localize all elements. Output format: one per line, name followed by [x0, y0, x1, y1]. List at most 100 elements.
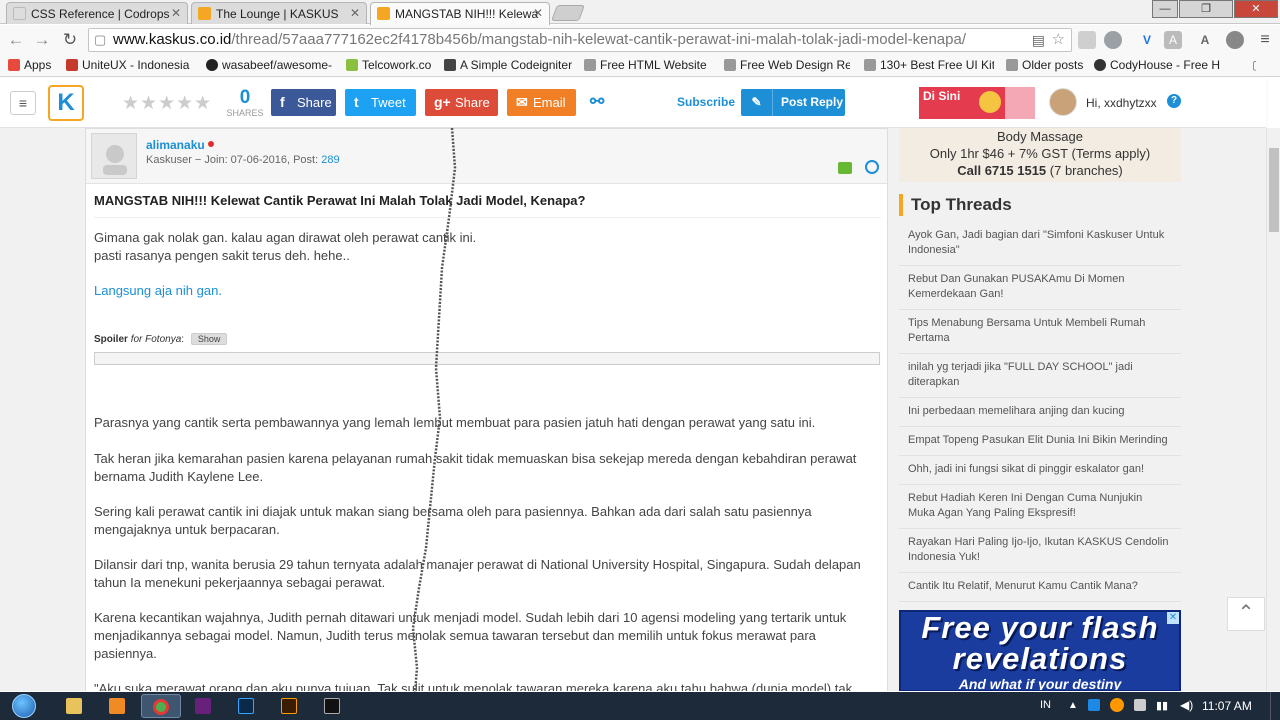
user-greeting[interactable]: Hi, xxdhytzxx [1086, 96, 1157, 110]
share-count: 0 SHARES [222, 88, 268, 119]
twitter-tweet-button[interactable]: t Tweet [345, 89, 416, 116]
header-ad-banner[interactable]: Di Sini [919, 87, 1035, 119]
close-tab-icon[interactable]: ✕ [533, 6, 543, 20]
top-thread-item[interactable]: inilah yg terjadi jika "FULL DAY SCHOOL"… [899, 357, 1181, 398]
bookmark-codeigniter[interactable]: A Simple Codeigniter [444, 58, 572, 72]
taskbar-illustrator[interactable] [270, 694, 310, 718]
new-tab-button[interactable] [551, 5, 585, 21]
minimize-button[interactable]: — [1152, 0, 1178, 18]
taskbar-clock[interactable]: 11:07 AM [1202, 699, 1252, 713]
browser-nav-bar: ← → ↻ ▢ www.kaskus.co.id/thread/57aaa777… [0, 25, 1280, 55]
adblock-icon[interactable]: A [1196, 31, 1214, 49]
page-scrollbar[interactable] [1266, 128, 1280, 691]
help-icon[interactable]: ? [1167, 94, 1181, 108]
flash-ad-banner[interactable]: ✕ Free your flash revelations And what i… [899, 610, 1181, 691]
restore-button[interactable]: ❐ [1179, 0, 1233, 18]
taskbar-cmd[interactable] [313, 694, 353, 718]
kaskus-logo[interactable]: K [48, 85, 84, 121]
taskbar-visual-studio[interactable] [184, 694, 224, 718]
bookmark-older-posts[interactable]: Older posts [1006, 58, 1086, 72]
offline-status-dot [208, 141, 214, 147]
taskbar-chrome[interactable] [141, 694, 181, 718]
extension-icon[interactable] [1104, 31, 1122, 49]
post-reply-button[interactable]: ✎ Post Reply [741, 89, 845, 116]
scrollbar-thumb[interactable] [1269, 148, 1279, 232]
ad-close-icon[interactable]: ✕ [1167, 612, 1179, 624]
bookmark-label: Apps [24, 58, 52, 72]
top-thread-item[interactable]: Cantik Itu Relatif, Menurut Kamu Cantik … [899, 576, 1181, 602]
network-icon[interactable]: ▮▮ [1156, 699, 1168, 712]
extension-icon[interactable] [1078, 31, 1096, 49]
spoiler-label: Spoiler [94, 334, 128, 345]
close-window-button[interactable]: ✕ [1234, 0, 1278, 18]
reload-icon[interactable]: ↻ [60, 30, 80, 50]
rating-stars[interactable]: ★★★★★ [122, 92, 212, 115]
translate-icon[interactable]: ▤ [1032, 29, 1045, 51]
bookmark-free-html[interactable]: Free HTML Website Te [584, 58, 710, 72]
address-bar[interactable]: ▢ www.kaskus.co.id/thread/57aaa777162ec2… [88, 28, 1072, 52]
tab-the-lounge[interactable]: The Lounge | KASKUS ✕ [191, 2, 367, 24]
ad-line-1: Body Massage [997, 129, 1083, 144]
top-thread-item[interactable]: Tips Menabung Bersama Untuk Membeli Ruma… [899, 313, 1181, 354]
sidebar-massage-ad[interactable]: Body Massage Only 1hr $46 + 7% GST (Term… [899, 128, 1181, 182]
bookmark-codyhouse[interactable]: CodyHouse - Free HTM [1094, 58, 1220, 72]
top-thread-item[interactable]: Ayok Gan, Jadi bagian dari "Simfoni Kask… [899, 225, 1181, 266]
tab-label: The Lounge | KASKUS [216, 7, 339, 21]
post-header: alimanaku Kaskuser − Join: 07-06-2016, P… [86, 129, 887, 184]
cendol-icon[interactable] [838, 162, 852, 174]
top-thread-item[interactable]: Ohh, jadi ini fungsi sikat di pinggir es… [899, 459, 1181, 485]
start-button[interactable] [4, 692, 46, 720]
top-thread-item[interactable]: Rayakan Hari Paling Ijo-Ijo, Ikutan KASK… [899, 532, 1181, 573]
back-to-top-button[interactable]: ⌃ [1227, 597, 1265, 631]
bookmark-star-icon[interactable]: ☆ [1052, 29, 1065, 51]
taskbar-media-player[interactable] [98, 694, 138, 718]
link-chain-icon[interactable]: ⚯ [590, 92, 604, 112]
back-icon[interactable]: ← [6, 30, 26, 50]
menu-icon[interactable]: ≡ [1256, 31, 1274, 49]
top-thread-item[interactable]: Empat Topeng Pasukan Elit Dunia Ini Biki… [899, 430, 1181, 456]
tray-arrow-icon[interactable]: ▲ [1068, 700, 1078, 711]
button-label: Share [297, 95, 332, 110]
forward-icon[interactable]: → [32, 30, 52, 50]
post-count-link[interactable]: 289 [321, 154, 339, 166]
bookmark-ui-kits[interactable]: 130+ Best Free UI Kits [864, 58, 994, 72]
tab-css-reference[interactable]: CSS Reference | Codrops ✕ [6, 2, 188, 24]
taskbar-photoshop[interactable] [227, 694, 267, 718]
bookmark-telcowork[interactable]: Telcowork.co [346, 58, 436, 72]
emoticon-icon[interactable] [865, 160, 879, 174]
paragraph: Parasnya yang cantik serta pembawannya y… [94, 415, 816, 430]
google-plus-share-button[interactable]: g+ Share [425, 89, 498, 116]
email-share-button[interactable]: ✉ Email [507, 89, 576, 116]
top-thread-item[interactable]: Rebut Dan Gunakan PUSAKAmu Di Momen Keme… [899, 269, 1181, 310]
user-avatar[interactable] [1049, 88, 1077, 116]
bookmark-apps[interactable]: Apps [8, 58, 58, 72]
close-tab-icon[interactable]: ✕ [350, 6, 360, 20]
volume-icon[interactable]: ◀) [1180, 698, 1193, 712]
globe-icon[interactable] [1226, 31, 1244, 49]
top-thread-item[interactable]: Rebut Hadiah Keren Ini Dengan Cuma Nunju… [899, 488, 1181, 529]
close-tab-icon[interactable]: ✕ [171, 6, 181, 20]
bookmark-uniteux[interactable]: UniteUX - Indonesia U [66, 58, 193, 72]
tab-mangstab[interactable]: MANGSTAB NIH!!! Kelewa ✕ [370, 2, 550, 25]
taskbar-explorer[interactable] [55, 694, 95, 718]
bookmark-wasabeef[interactable]: wasabeef/awesome-a [206, 58, 332, 72]
spoiler-show-button[interactable]: Show [190, 333, 228, 345]
facebook-share-button[interactable]: f Share [271, 89, 336, 116]
hamburger-menu-icon[interactable]: ≡ [10, 91, 36, 115]
top-thread-item[interactable]: Ini perbedaan memelihara anjing dan kuci… [899, 401, 1181, 427]
flash-ad-line-1: Free your flash [921, 610, 1159, 645]
other-bookmarks-icon[interactable]: ▢ [1236, 58, 1256, 72]
bookmark-free-web-design[interactable]: Free Web Design Reso [724, 58, 850, 72]
content-link[interactable]: Langsung aja nih gan. [94, 282, 874, 300]
folder-icon [66, 698, 82, 714]
post-username[interactable]: alimanaku [146, 138, 205, 152]
tray-app-icon[interactable] [1088, 699, 1100, 711]
vimium-icon[interactable]: V [1138, 31, 1156, 49]
tray-app-icon[interactable] [1134, 699, 1146, 711]
show-desktop-button[interactable] [1270, 692, 1280, 720]
subscribe-link[interactable]: Subscribe [677, 95, 735, 109]
font-extension-icon[interactable]: A [1164, 31, 1182, 49]
tray-app-icon[interactable] [1110, 698, 1124, 712]
user-avatar[interactable] [91, 133, 137, 179]
tray-language[interactable]: IN [1040, 699, 1051, 711]
